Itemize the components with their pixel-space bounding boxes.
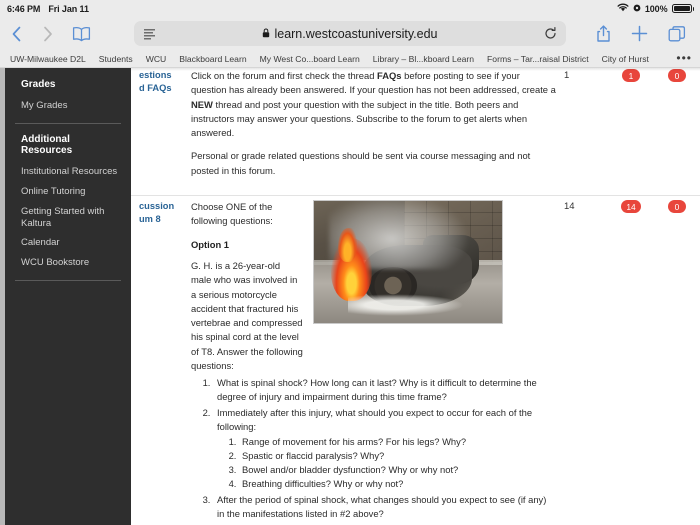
bookmark-city-of-hurst[interactable]: City of Hurst (602, 54, 649, 64)
discussion-intro: Choose ONE of the following questions: (191, 201, 273, 227)
bookmark-my-west-coast[interactable]: My West Co...board Learn (260, 54, 360, 64)
sidebar-divider-bottom (15, 280, 121, 282)
option-1-heading: Option 1 (191, 238, 230, 250)
forum-description: Click on the forum and first check the t… (183, 68, 564, 195)
list-item: Breathing difficulties? Why or why not? (239, 477, 556, 491)
sidebar-item-institutional-resources[interactable]: Institutional Resources (5, 162, 131, 182)
sidebar-item-my-grades[interactable]: My Grades (5, 96, 131, 116)
sidebar-item-wcu-bookstore[interactable]: WCU Bookstore (5, 253, 131, 273)
status-time: 6:46 PM (7, 3, 41, 14)
list-item: Spastic or flaccid paralysis? Why? (239, 449, 556, 463)
reader-view-icon[interactable] (144, 28, 157, 40)
status-badge[interactable]: 14 (621, 200, 641, 214)
browser-toolbar: learn.westcoastuniversity.edu (0, 17, 700, 50)
forum-paragraph-2: Personal or grade related questions shou… (191, 150, 531, 176)
bookmark-wcu[interactable]: WCU (146, 54, 167, 64)
forum-paragraph-1: Click on the forum and first check the t… (191, 70, 556, 139)
forum-title-link[interactable]: cussion um 8 (131, 199, 183, 225)
bookmarks-overflow-icon[interactable]: ••• (676, 52, 692, 64)
forum-description: Choose ONE of the following questions: O… (183, 199, 564, 525)
sub-question-list: Range of movement for his arms? For his … (239, 435, 556, 491)
option-1-scenario: G. H. is a 26-year-old male who was invo… (191, 259, 303, 372)
plus-icon[interactable] (631, 25, 648, 42)
sidebar-heading-grades: Grades (21, 79, 56, 90)
course-menu-sidebar: Grades My Grades Additional Resources In… (5, 68, 131, 525)
bookmark-uw-milwaukee-d2l[interactable]: UW-Milwaukee D2L (10, 54, 86, 64)
bookmark-forms-appraisal[interactable]: Forms – Tar...raisal District (487, 54, 589, 64)
ios-status-bar: 6:46 PM Fri Jan 11 100% (0, 0, 700, 17)
forum-total-count: 14 (564, 201, 575, 213)
safari-browser-window: 6:46 PM Fri Jan 11 100% learn.westcoastu… (0, 0, 700, 525)
share-icon[interactable] (596, 24, 611, 43)
chevron-right-icon (41, 25, 54, 43)
forum-unread-badge-cell: 14 (608, 199, 654, 214)
location-icon (633, 4, 641, 14)
battery-percent: 100% (644, 3, 668, 14)
address-bar[interactable]: learn.westcoastuniversity.edu (134, 21, 566, 46)
sidebar-divider (15, 122, 121, 124)
book-icon[interactable] (72, 26, 91, 42)
sidebar-item-online-tutoring[interactable]: Online Tutoring (5, 182, 131, 202)
scroll-shadow (131, 68, 700, 71)
list-item: Range of movement for his arms? For his … (239, 435, 556, 449)
forum-replies-badge-cell: 0 (654, 199, 700, 214)
wifi-icon (617, 3, 629, 14)
lock-icon (262, 27, 270, 41)
table-row[interactable]: estions d FAQs Click on the forum and fi… (131, 68, 700, 197)
question-list: What is spinal shock? How long can it la… (213, 376, 556, 525)
sidebar-item-calendar[interactable]: Calendar (5, 233, 131, 253)
list-item: What is spinal shock? How long can it la… (213, 376, 556, 404)
bookmarks-bar: UW-Milwaukee D2L Students WCU Blackboard… (0, 50, 700, 68)
bookmark-students[interactable]: Students (99, 54, 133, 64)
discussion-board-content: estions d FAQs Click on the forum and fi… (131, 68, 700, 525)
sidebar-heading-additional-resources: Additional Resources (21, 133, 73, 156)
url-text: learn.westcoastuniversity.edu (274, 26, 438, 41)
list-item: Immediately after this injury, what shou… (213, 406, 556, 492)
burning-motorcycle-photo (313, 200, 503, 325)
tabs-icon[interactable] (668, 25, 686, 43)
table-row[interactable]: cussion um 8 Choose ONE of the following… (131, 196, 700, 525)
sidebar-item-getting-started-kaltura[interactable]: Getting Started with Kaltura (5, 202, 131, 234)
reload-icon[interactable] (544, 27, 557, 40)
page-viewport: Grades My Grades Additional Resources In… (0, 68, 700, 525)
list-item: Bowel and/or bladder dysfunction? Why or… (239, 463, 556, 477)
battery-icon (671, 4, 694, 13)
chevron-left-icon[interactable] (10, 25, 23, 43)
list-item: After the period of spinal shock, what c… (213, 493, 556, 521)
status-badge[interactable]: 0 (668, 200, 686, 214)
forum-title-link[interactable]: estions d FAQs (131, 68, 183, 94)
bookmark-blackboard-learn[interactable]: Blackboard Learn (179, 54, 246, 64)
bookmark-library[interactable]: Library – Bl...kboard Learn (373, 54, 474, 64)
status-date: Fri Jan 11 (48, 3, 89, 14)
